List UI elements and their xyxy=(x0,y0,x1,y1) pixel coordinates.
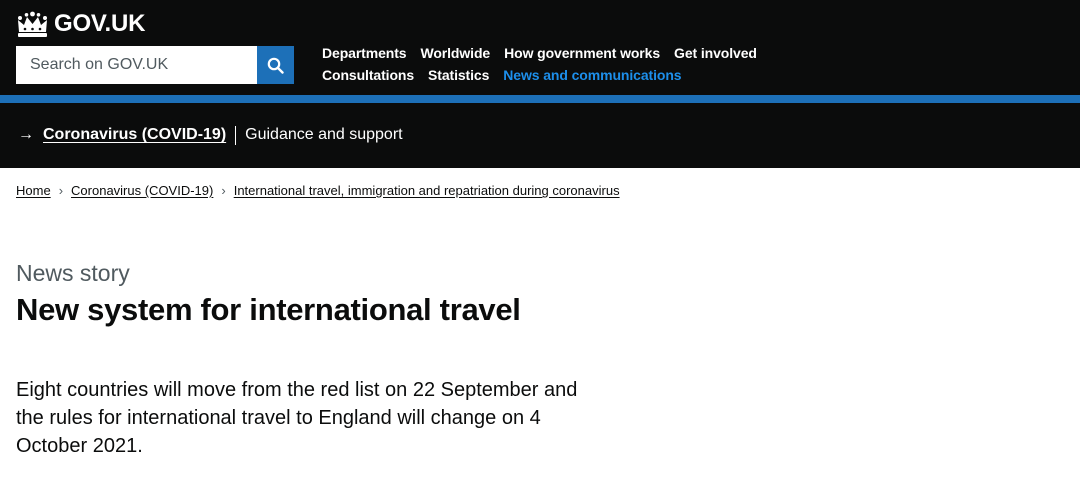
covid-banner: → Coronavirus (COVID-19) Guidance and su… xyxy=(0,103,1080,168)
nav-link-how-government-works[interactable]: How government works xyxy=(504,45,660,61)
logo-text: GOV.UK xyxy=(54,10,146,37)
nav-row-1: Departments Worldwide How government wor… xyxy=(322,42,1022,64)
nav-row-2: Consultations Statistics News and commun… xyxy=(322,64,1022,86)
nav-link-departments[interactable]: Departments xyxy=(322,45,407,61)
chevron-right-icon: › xyxy=(58,183,64,198)
site-header: GOV.UK Departments Worldwide How governm… xyxy=(0,0,1080,95)
banner-divider xyxy=(235,125,237,145)
nav-link-get-involved[interactable]: Get involved xyxy=(674,45,757,61)
nav-link-consultations[interactable]: Consultations xyxy=(322,67,414,83)
crown-icon xyxy=(18,11,47,37)
breadcrumb-coronavirus[interactable]: Coronavirus (COVID-19) xyxy=(71,183,213,198)
breadcrumb-international-travel[interactable]: International travel, immigration and re… xyxy=(234,183,620,198)
govuk-logo[interactable]: GOV.UK xyxy=(16,10,145,38)
covid-banner-content: → Coronavirus (COVID-19) Guidance and su… xyxy=(18,123,403,147)
site-search xyxy=(16,46,294,84)
breadcrumb-home[interactable]: Home xyxy=(16,183,51,198)
breadcrumb: Home › Coronavirus (COVID-19) › Internat… xyxy=(16,183,620,198)
nav-link-news-and-communications[interactable]: News and communications xyxy=(503,67,681,83)
page-title: New system for international travel xyxy=(16,292,521,327)
covid-link[interactable]: Coronavirus (COVID-19) xyxy=(43,126,226,144)
header-accent-bar xyxy=(0,95,1080,103)
search-icon xyxy=(267,57,284,74)
chevron-right-icon: › xyxy=(221,183,226,198)
covid-guidance-text: Guidance and support xyxy=(245,126,403,143)
nav-link-statistics[interactable]: Statistics xyxy=(428,67,489,83)
lead-paragraph: Eight countries will move from the red l… xyxy=(16,379,578,457)
nav-link-worldwide[interactable]: Worldwide xyxy=(420,45,490,61)
search-input[interactable] xyxy=(16,46,257,84)
page-caption: News story xyxy=(16,260,130,286)
arrow-right-icon: → xyxy=(18,126,34,143)
search-button[interactable] xyxy=(257,46,294,84)
main-navigation: Departments Worldwide How government wor… xyxy=(322,42,1022,86)
